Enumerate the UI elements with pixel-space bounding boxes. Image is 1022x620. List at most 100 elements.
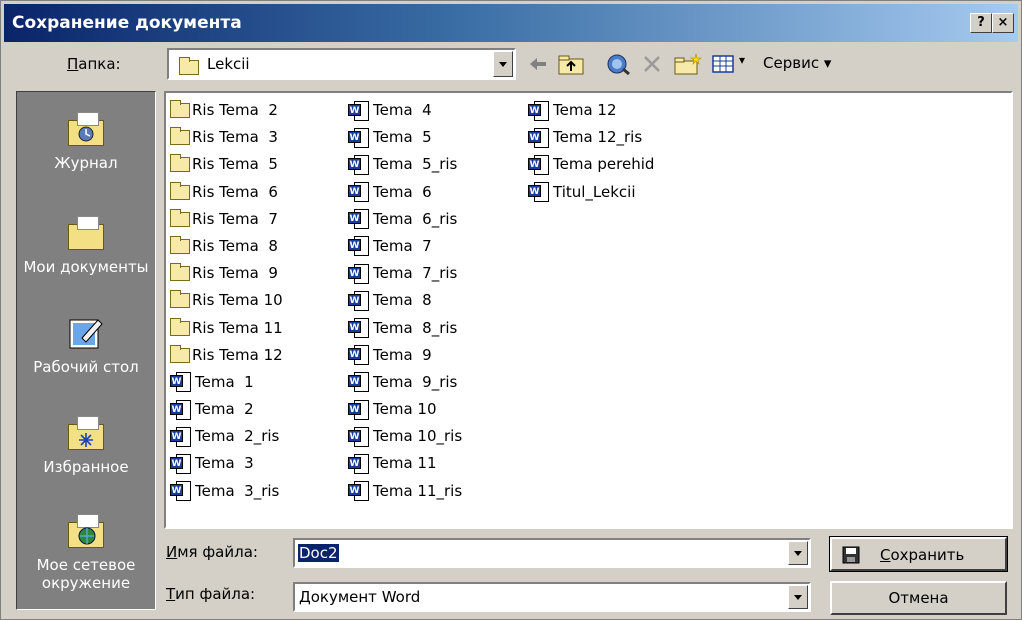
folder-icon — [179, 57, 199, 75]
folder-item[interactable]: Ris Tema 9 — [170, 260, 283, 287]
place-desktop[interactable]: Рабочий стол — [17, 314, 155, 376]
file-item[interactable]: W Tema 2 — [170, 396, 283, 423]
file-item[interactable]: W Tema 7 — [348, 233, 462, 260]
item-name: Tema 7_ris — [373, 264, 458, 283]
file-column-1: Ris Tema 2 Ris Tema 3 Ris Tema 5 Ris Tema 6… — [170, 97, 283, 505]
file-item[interactable]: W Tema 9 — [348, 342, 462, 369]
chevron-down-icon[interactable] — [493, 51, 513, 77]
save-dialog: Сохранение документа ? × Папка: Lekcii ▾… — [0, 0, 1022, 620]
item-name: Tema 12_ris — [553, 128, 643, 147]
place-label: Рабочий стол — [33, 358, 139, 376]
word-document-icon: W — [170, 372, 193, 393]
file-item[interactable]: W Titul_Lekcii — [528, 179, 654, 206]
delete-icon[interactable] — [641, 53, 663, 75]
history-folder-icon — [64, 110, 108, 148]
word-document-icon: W — [348, 100, 371, 121]
filetype-select[interactable]: Документ Word — [293, 582, 811, 612]
word-document-icon: W — [348, 453, 371, 474]
word-document-icon: W — [348, 481, 371, 502]
word-document-icon: W — [348, 263, 371, 284]
folder-item[interactable]: Ris Tema 6 — [170, 179, 283, 206]
item-name: Tema 8 — [373, 291, 432, 310]
network-folder-icon — [64, 512, 108, 550]
item-name: Ris Tema 11 — [192, 318, 283, 337]
item-name: Tema 5 — [373, 128, 432, 147]
word-document-icon: W — [348, 236, 371, 257]
file-item[interactable]: W Tema 12 — [528, 97, 654, 124]
item-name: Tema 11 — [373, 454, 437, 473]
item-name: Tema 3 — [195, 454, 254, 473]
file-item[interactable]: W Tema 7_ris — [348, 260, 462, 287]
place-my-documents[interactable]: Мои документы — [17, 214, 155, 276]
item-name: Tema 9 — [373, 345, 432, 364]
folder-item[interactable]: Ris Tema 7 — [170, 206, 283, 233]
file-item[interactable]: W Tema 12_ris — [528, 124, 654, 151]
folder-item[interactable]: Ris Tema 3 — [170, 124, 283, 151]
folder-current: Lekcii — [207, 55, 250, 73]
service-menu[interactable]: Сервис ▾ — [763, 54, 831, 72]
file-item[interactable]: W Tema 4 — [348, 97, 462, 124]
place-network[interactable]: Мое сетевое окружение — [17, 512, 155, 592]
chevron-down-icon[interactable] — [788, 541, 808, 565]
file-item[interactable]: W Tema 10_ris — [348, 423, 462, 450]
file-list[interactable]: Ris Tema 2 Ris Tema 3 Ris Tema 5 Ris Tema 6… — [164, 91, 1013, 529]
file-item[interactable]: W Tema 8 — [348, 287, 462, 314]
file-item[interactable]: W Tema 8_ris — [348, 315, 462, 342]
help-button[interactable]: ? — [970, 13, 992, 33]
word-document-icon: W — [348, 372, 371, 393]
file-item[interactable]: W Tema 1 — [170, 369, 283, 396]
word-document-icon: W — [170, 481, 193, 502]
file-item[interactable]: W Tema 11 — [348, 450, 462, 477]
word-document-icon: W — [170, 426, 193, 447]
filetype-label: Тип файла: — [166, 585, 256, 603]
up-folder-icon[interactable] — [557, 53, 585, 75]
file-item[interactable]: W Tema 5_ris — [348, 151, 462, 178]
file-item[interactable]: W Tema 10 — [348, 396, 462, 423]
file-column-3: W Tema 12 W Tema 12_ris W Tema perehid W Titul_… — [528, 97, 654, 206]
folder-icon — [170, 181, 190, 200]
filetype-value: Документ Word — [299, 588, 421, 606]
item-name: Ris Tema 5 — [192, 155, 278, 174]
item-name: Tema 4 — [373, 101, 432, 119]
item-name: Titul_Lekcii — [553, 182, 636, 201]
word-document-icon: W — [528, 154, 551, 175]
folder-item[interactable]: Ris Tema 12 — [170, 342, 283, 369]
file-item[interactable]: W Tema 5 — [348, 124, 462, 151]
folder-combo[interactable]: Lekcii — [167, 48, 516, 80]
place-favorites[interactable]: Избранное — [17, 414, 155, 476]
item-name: Ris Tema 8 — [192, 236, 278, 255]
new-folder-icon[interactable] — [673, 53, 703, 75]
file-item[interactable]: W Tema 3 — [170, 450, 283, 477]
cancel-button[interactable]: Отмена — [830, 581, 1007, 615]
folder-item[interactable]: Ris Tema 10 — [170, 287, 283, 314]
file-item[interactable]: W Tema 6_ris — [348, 206, 462, 233]
search-web-icon[interactable] — [605, 53, 631, 75]
save-button[interactable]: Сохранить — [829, 536, 1008, 572]
word-document-icon: W — [348, 290, 371, 311]
place-history[interactable]: Журнал — [17, 110, 155, 172]
close-button[interactable]: × — [992, 13, 1014, 33]
back-arrow-icon[interactable] — [527, 53, 549, 75]
item-name: Ris Tema 12 — [192, 345, 283, 364]
file-item[interactable]: W Tema perehid — [528, 151, 654, 178]
folder-icon — [170, 208, 190, 227]
item-name: Ris Tema 7 — [192, 209, 278, 228]
folder-item[interactable]: Ris Tema 2 — [170, 97, 283, 124]
file-item[interactable]: W Tema 2_ris — [170, 423, 283, 450]
filename-input[interactable]: Doc2 — [293, 538, 811, 568]
word-document-icon: W — [348, 426, 371, 447]
views-dropdown-icon[interactable]: ▾ — [739, 53, 745, 67]
file-item[interactable]: W Tema 11_ris — [348, 478, 462, 505]
folder-item[interactable]: Ris Tema 11 — [170, 315, 283, 342]
place-label: Мое сетевое окружение — [36, 556, 136, 592]
file-item[interactable]: W Tema 3_ris — [170, 478, 283, 505]
item-name: Tema 2 — [195, 400, 254, 419]
folder-item[interactable]: Ris Tema 5 — [170, 151, 283, 178]
chevron-down-icon[interactable] — [788, 585, 808, 609]
file-item[interactable]: W Tema 9_ris — [348, 369, 462, 396]
folder-item[interactable]: Ris Tema 8 — [170, 233, 283, 260]
desktop-icon — [64, 314, 108, 352]
title-bar: Сохранение документа ? × — [4, 4, 1018, 42]
file-item[interactable]: W Tema 6 — [348, 179, 462, 206]
views-icon[interactable] — [711, 53, 735, 75]
